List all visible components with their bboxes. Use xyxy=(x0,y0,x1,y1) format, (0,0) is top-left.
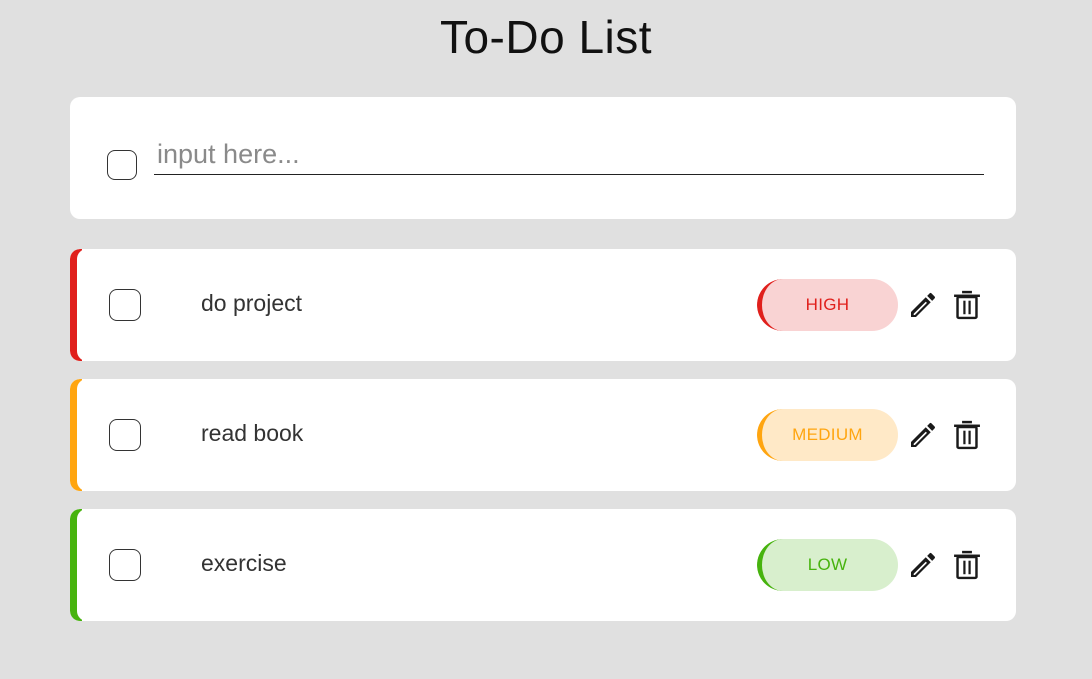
task-item: read book MEDIUM xyxy=(70,379,1016,491)
priority-badge-label: LOW xyxy=(807,555,848,574)
priority-badge-label: HIGH xyxy=(805,295,850,314)
page-title: To-Do List xyxy=(439,11,653,63)
task-item: exercise LOW xyxy=(70,509,1016,621)
edit-button[interactable] xyxy=(907,289,939,321)
pencil-icon xyxy=(911,422,936,447)
new-task-input[interactable] xyxy=(154,135,984,175)
delete-button[interactable] xyxy=(952,549,982,581)
task-checkbox[interactable] xyxy=(109,289,141,321)
delete-button[interactable] xyxy=(952,289,982,321)
task-checkbox[interactable] xyxy=(109,549,141,581)
task-label: exercise xyxy=(201,550,287,576)
trash-icon xyxy=(954,420,980,450)
priority-badge: MEDIUM xyxy=(757,409,898,461)
pencil-icon xyxy=(911,292,936,317)
new-task-card xyxy=(70,97,1016,219)
edit-button[interactable] xyxy=(907,419,939,451)
delete-button[interactable] xyxy=(952,419,982,451)
task-item: do project HIGH xyxy=(70,249,1016,361)
pencil-icon xyxy=(911,552,936,577)
priority-badge: LOW xyxy=(757,539,898,591)
new-task-checkbox[interactable] xyxy=(107,150,137,180)
task-label: do project xyxy=(201,290,303,316)
task-checkbox[interactable] xyxy=(109,419,141,451)
priority-badge: HIGH xyxy=(757,279,898,331)
edit-button[interactable] xyxy=(907,549,939,581)
priority-badge-label: MEDIUM xyxy=(792,425,863,444)
task-label: read book xyxy=(201,420,304,446)
trash-icon xyxy=(954,550,980,580)
trash-icon xyxy=(954,290,980,320)
